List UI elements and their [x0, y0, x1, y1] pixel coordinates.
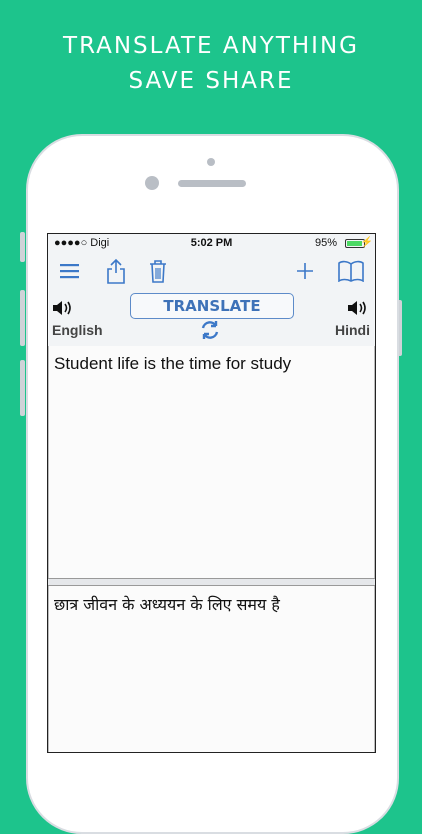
add-icon[interactable] [296, 262, 314, 285]
source-language-label[interactable]: English [52, 322, 103, 338]
charging-icon: ⚡ [360, 237, 373, 248]
battery-percent: 95% [314, 237, 337, 249]
output-text: छात्र जीवन के अध्ययन के लिए समय है [54, 595, 280, 614]
phone-sensor [207, 158, 215, 166]
pane-divider[interactable] [48, 578, 375, 586]
phone-mute-switch [20, 232, 25, 262]
target-speaker-icon[interactable] [347, 298, 371, 323]
phone-volume-down [20, 360, 25, 416]
output-text-area[interactable]: छात्र जीवन के अध्ययन के लिए समय है [48, 586, 375, 752]
menu-icon[interactable] [60, 263, 80, 284]
app-screen: ●●●●○ Digi 5:02 PM 95% ⚡ English TRANSLA… [47, 233, 376, 753]
phone-speaker [178, 180, 246, 187]
status-bar: ●●●●○ Digi 5:02 PM 95% ⚡ [48, 234, 375, 254]
input-text-area[interactable]: Student life is the time for study [48, 346, 375, 578]
toolbar [48, 254, 375, 293]
input-text: Student life is the time for study [54, 354, 292, 373]
phone-camera [145, 176, 159, 190]
headline-line-2: SAVE SHARE [128, 68, 294, 94]
headline-line-1: TRANSLATE ANYTHING [63, 33, 359, 59]
trash-icon[interactable] [149, 259, 167, 288]
language-bar: English TRANSLATE Hindi [48, 292, 375, 347]
share-icon[interactable] [106, 258, 126, 289]
swap-languages-icon[interactable] [200, 320, 220, 345]
target-language-label[interactable]: Hindi [335, 322, 370, 338]
translate-button[interactable]: TRANSLATE [130, 293, 294, 319]
book-icon[interactable] [338, 260, 364, 287]
phone-volume-up [20, 290, 25, 346]
source-speaker-icon[interactable] [52, 298, 76, 323]
